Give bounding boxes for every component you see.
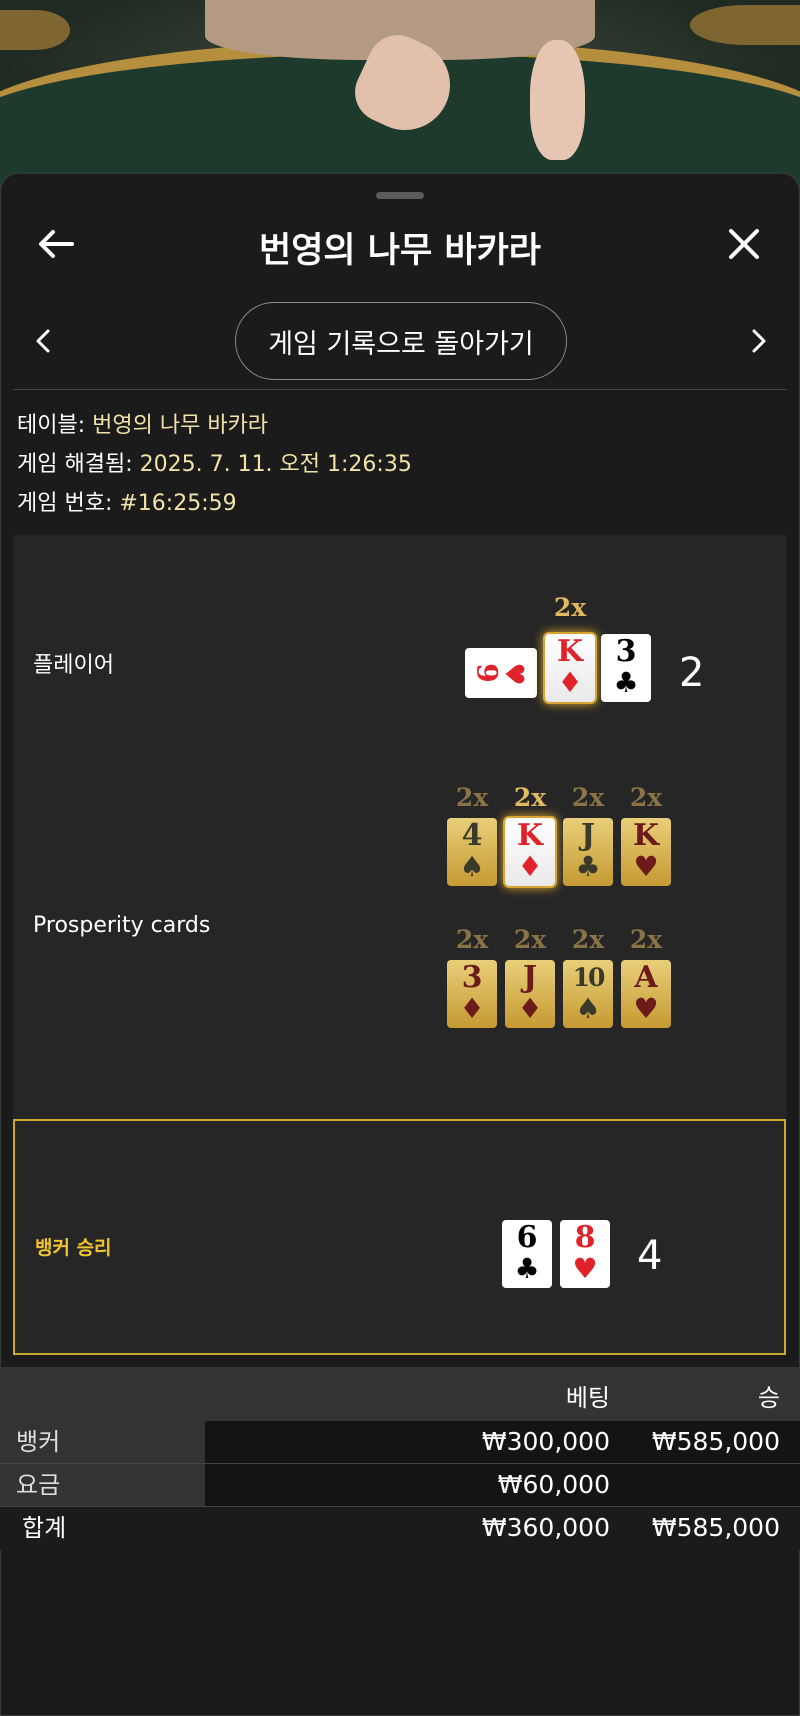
back-arrow-button[interactable] bbox=[31, 219, 81, 269]
banker-card-2: 8 ♥ bbox=[560, 1220, 610, 1288]
back-to-history-button[interactable]: 게임 기록으로 돌아가기 bbox=[235, 302, 567, 380]
prosperity-card-6-suit: ♦ bbox=[517, 992, 543, 1025]
game-number-line: 게임 번호: #16:25:59 bbox=[17, 484, 412, 523]
player-total: 2 bbox=[679, 650, 705, 696]
prosperity-card-7-rank: 10 bbox=[572, 963, 606, 992]
next-game-button[interactable] bbox=[734, 316, 784, 366]
player-label: 플레이어 bbox=[33, 653, 114, 678]
prosperity-card-1: 4 ♠ bbox=[447, 818, 497, 886]
bets-table: 베팅 승 뱅커 ₩300,000 ₩585,000 요금 ₩60,000 합계 … bbox=[0, 1367, 800, 1550]
prosperity-card-8-suit: ♥ bbox=[633, 992, 659, 1025]
table-row: 요금 ₩60,000 bbox=[0, 1464, 800, 1507]
row-name: 요금 bbox=[0, 1464, 205, 1506]
prosperity-card-4: K ♥ bbox=[621, 818, 671, 886]
resolved-value: 2025. 7. 11. 오전 1:26:35 bbox=[139, 452, 412, 477]
game-navigation: 게임 기록으로 돌아가기 bbox=[1, 302, 799, 380]
player-card-3-suit: ♣ bbox=[613, 666, 639, 699]
prosperity-card-4-rank: K bbox=[632, 818, 660, 853]
banker-card-2-suit: ♥ bbox=[572, 1252, 598, 1285]
prosperity-card-2: K ♦ bbox=[505, 818, 555, 886]
total-bet: ₩360,000 bbox=[481, 1513, 610, 1542]
prosperity-card-3-rank: J bbox=[580, 818, 596, 853]
page-title: 번영의 나무 바카라 bbox=[259, 231, 541, 271]
prosperity-card-6: J ♦ bbox=[505, 960, 555, 1028]
win-column-header: 승 bbox=[757, 1384, 780, 1412]
table-ornament-left bbox=[0, 10, 70, 50]
close-button[interactable] bbox=[719, 219, 769, 269]
sheet-header: 번영의 나무 바카라 bbox=[1, 214, 799, 274]
close-icon bbox=[729, 229, 759, 259]
game-info: 테이블: 번영의 나무 바카라 게임 해결됨: 2025. 7. 11. 오전 … bbox=[17, 406, 412, 523]
table-ornament-right bbox=[690, 5, 800, 45]
previous-game-button[interactable] bbox=[18, 316, 68, 366]
game-number-value: #16:25:59 bbox=[119, 491, 237, 516]
total-label: 합계 bbox=[22, 1514, 67, 1542]
row-name: 뱅커 bbox=[0, 1421, 205, 1463]
banker-card-2-rank: 8 bbox=[574, 1220, 596, 1255]
prosperity-card-1-rank: 4 bbox=[461, 818, 483, 853]
prosperity-mult-8: 2x bbox=[629, 925, 663, 954]
player-multiplier: 2x bbox=[553, 593, 587, 622]
row-win: ₩585,000 bbox=[651, 1427, 780, 1456]
table-info-line: 테이블: 번영의 나무 바카라 bbox=[17, 406, 412, 445]
prosperity-card-2-rank: K bbox=[516, 818, 544, 853]
bets-table-header: 베팅 승 bbox=[0, 1367, 800, 1421]
sheet-drag-handle[interactable] bbox=[376, 192, 424, 199]
prosperity-mult-7: 2x bbox=[571, 925, 605, 954]
prosperity-card-4-suit: ♥ bbox=[633, 850, 659, 883]
player-card-2-suit: ♦ bbox=[557, 666, 583, 699]
prosperity-card-8: A ♥ bbox=[621, 960, 671, 1028]
results-panel: 플레이어 2x 9 ♥ K ♦ 3 ♣ 2 Prosperity cards 2… bbox=[13, 535, 786, 1119]
prosperity-card-6-rank: J bbox=[522, 960, 538, 995]
player-card-1: 9 ♥ bbox=[465, 648, 537, 698]
prosperity-mult-2: 2x bbox=[513, 783, 547, 812]
player-card-3: 3 ♣ bbox=[601, 634, 651, 702]
prosperity-card-7-suit: ♠ bbox=[575, 992, 601, 1025]
prosperity-mult-6: 2x bbox=[513, 925, 547, 954]
total-row: 합계 ₩360,000 ₩585,000 bbox=[0, 1507, 800, 1550]
live-video-frame bbox=[0, 0, 800, 200]
resolved-info-line: 게임 해결됨: 2025. 7. 11. 오전 1:26:35 bbox=[17, 445, 412, 484]
banker-total: 4 bbox=[637, 1233, 663, 1279]
table-row: 뱅커 ₩300,000 ₩585,000 bbox=[0, 1421, 800, 1464]
banker-card-1: 6 ♣ bbox=[502, 1220, 552, 1288]
prosperity-card-1-suit: ♠ bbox=[459, 850, 485, 883]
banker-result-box: 뱅커 승리 6 ♣ 8 ♥ 4 bbox=[13, 1119, 786, 1355]
prosperity-mult-1: 2x bbox=[455, 783, 489, 812]
header-divider bbox=[13, 389, 787, 390]
player-card-2-rank: K bbox=[556, 634, 584, 669]
table-key: 테이블: bbox=[17, 413, 86, 438]
dealer-hand-right bbox=[530, 40, 585, 160]
bet-column-header: 베팅 bbox=[565, 1384, 610, 1412]
table-value: 번영의 나무 바카라 bbox=[92, 413, 269, 438]
row-bet: ₩60,000 bbox=[497, 1470, 610, 1499]
prosperity-card-5-rank: 3 bbox=[461, 960, 483, 995]
prosperity-mult-3: 2x bbox=[571, 783, 605, 812]
prosperity-card-3: J ♣ bbox=[563, 818, 613, 886]
back-arrow-icon bbox=[39, 230, 74, 258]
prosperity-card-7: 10 ♠ bbox=[563, 960, 613, 1028]
player-card-2: K ♦ bbox=[545, 634, 595, 702]
prosperity-card-3-suit: ♣ bbox=[575, 850, 601, 883]
prosperity-card-5-suit: ♦ bbox=[459, 992, 485, 1025]
banker-card-1-suit: ♣ bbox=[514, 1252, 540, 1285]
total-win: ₩585,000 bbox=[651, 1513, 780, 1542]
game-number-key: 게임 번호: bbox=[17, 491, 113, 516]
banker-card-1-rank: 6 bbox=[516, 1220, 538, 1255]
resolved-key: 게임 해결됨: bbox=[17, 452, 133, 477]
row-bet: ₩300,000 bbox=[481, 1427, 610, 1456]
prosperity-mult-4: 2x bbox=[629, 783, 663, 812]
banker-win-label: 뱅커 승리 bbox=[35, 1237, 112, 1259]
player-card-3-rank: 3 bbox=[615, 634, 637, 669]
prosperity-card-8-rank: A bbox=[634, 960, 658, 995]
prosperity-label: Prosperity cards bbox=[33, 913, 211, 938]
chevron-right-icon bbox=[752, 329, 766, 353]
prosperity-card-5: 3 ♦ bbox=[447, 960, 497, 1028]
player-card-1-suit: ♥ bbox=[498, 662, 529, 686]
prosperity-card-2-suit: ♦ bbox=[517, 850, 543, 883]
chevron-left-icon bbox=[36, 329, 50, 353]
prosperity-mult-5: 2x bbox=[455, 925, 489, 954]
